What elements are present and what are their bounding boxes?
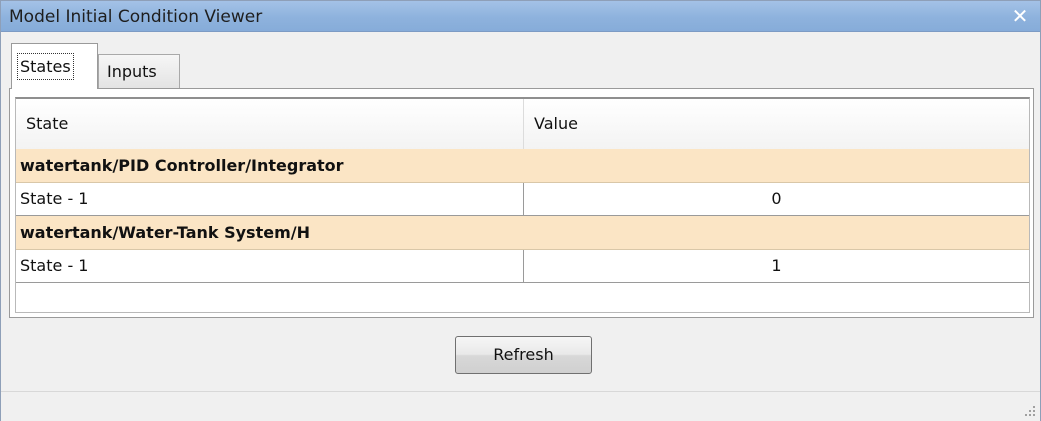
table-row[interactable]: State - 1 1 — [16, 250, 1029, 283]
table-header: State Value — [16, 99, 1029, 150]
close-icon[interactable]: ✕ — [1008, 3, 1032, 29]
state-value-cell[interactable]: 1 — [524, 250, 1029, 282]
column-header-value[interactable]: Value — [524, 99, 1029, 149]
refresh-button[interactable]: Refresh — [455, 336, 592, 374]
resize-grip-icon[interactable] — [1022, 404, 1036, 418]
window-title: Model Initial Condition Viewer — [9, 7, 263, 27]
table-row[interactable]: State - 1 0 — [16, 183, 1029, 216]
states-tab-panel: State Value watertank/PID Controller/Int… — [9, 88, 1034, 318]
tab-states-label: States — [17, 53, 74, 80]
state-value-cell[interactable]: 0 — [524, 183, 1029, 215]
group-row-water-tank-h[interactable]: watertank/Water-Tank System/H — [16, 216, 1029, 250]
tab-states[interactable]: States — [11, 43, 98, 89]
tab-inputs[interactable]: Inputs — [98, 54, 180, 89]
column-header-state[interactable]: State — [16, 99, 524, 149]
state-name-cell: State - 1 — [16, 183, 524, 215]
state-name-cell: State - 1 — [16, 250, 524, 282]
title-bar[interactable]: Model Initial Condition Viewer ✕ — [1, 1, 1040, 32]
group-row-pid-integrator[interactable]: watertank/PID Controller/Integrator — [16, 149, 1029, 183]
model-initial-condition-viewer-window: Model Initial Condition Viewer ✕ States … — [0, 0, 1041, 421]
tab-inputs-label: Inputs — [107, 62, 157, 81]
states-table: State Value watertank/PID Controller/Int… — [15, 97, 1030, 313]
status-bar — [1, 391, 1040, 421]
